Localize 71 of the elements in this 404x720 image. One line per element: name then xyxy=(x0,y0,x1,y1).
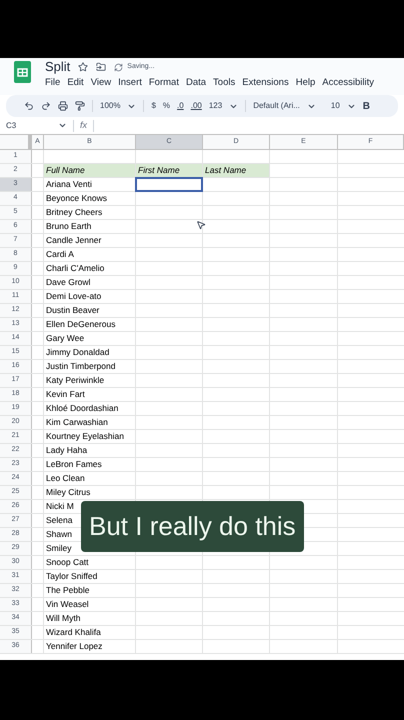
table-cell: Snoop Catt xyxy=(46,556,89,569)
table-cell: Miley Citrus xyxy=(46,486,90,499)
menu-item[interactable]: File xyxy=(45,76,60,90)
selected-cell[interactable] xyxy=(135,177,203,192)
increase-decimals-button[interactable]: .00 xyxy=(190,100,202,112)
fx-label: fx xyxy=(80,118,88,132)
currency-button[interactable]: $ xyxy=(151,100,156,112)
menu-item[interactable]: View xyxy=(90,76,112,90)
table-cell: Demi Love-ato xyxy=(46,290,102,303)
percent-button[interactable]: % xyxy=(162,100,170,112)
document-title[interactable]: Split xyxy=(45,58,70,77)
table-cell: Dave Growl xyxy=(46,276,90,289)
menu-item[interactable]: Help xyxy=(296,76,316,90)
table-cell: Yennifer Lopez xyxy=(46,640,102,653)
menu-item[interactable]: Extensions xyxy=(242,76,289,90)
table-cell: Smiley xyxy=(46,542,72,555)
table-cell: Gary Wee xyxy=(46,332,84,345)
redo-icon[interactable] xyxy=(41,101,51,111)
table-cell: Ariana Venti xyxy=(46,178,92,191)
table-cell: Charli C'Amelio xyxy=(46,262,104,275)
table-cell: Justin Timberpond xyxy=(46,360,116,373)
table-cell: Dustin Beaver xyxy=(46,304,100,317)
caret-icon xyxy=(58,121,67,130)
table-cell: Leo Clean xyxy=(46,472,85,485)
table-cell: Will Myth xyxy=(46,612,80,625)
table-cell: Kim Carwashian xyxy=(46,416,108,429)
menu-item[interactable]: Accessibility xyxy=(322,76,374,90)
folder-icon[interactable] xyxy=(96,62,106,72)
table-cell: Ellen DeGenerous xyxy=(46,318,116,331)
sync-icon xyxy=(114,62,124,72)
menu-item[interactable]: Data xyxy=(186,76,206,90)
cell-reference[interactable]: C3 xyxy=(0,120,58,132)
header-cell: Last Name xyxy=(203,164,270,177)
spreadsheet-logo[interactable] xyxy=(14,61,31,83)
font-size-field[interactable]: 10 xyxy=(330,100,340,112)
table-cell: Lady Haha xyxy=(46,444,88,457)
table-cell: Khloé Doordashian xyxy=(46,402,118,415)
table-cell: Katy Periwinkle xyxy=(46,374,104,387)
table-cell: LeBron Fames xyxy=(46,458,102,471)
caption: But I really do this xyxy=(81,501,304,552)
table-cell: Candle Jenner xyxy=(46,234,102,247)
header-cell: Full Name xyxy=(44,164,136,177)
paint-format-icon[interactable] xyxy=(75,101,85,111)
header-cell: First Name xyxy=(136,164,203,177)
table-cell: Britney Cheers xyxy=(46,206,102,219)
table-cell: Taylor Sniffed xyxy=(46,570,98,583)
bold-button[interactable]: B xyxy=(362,98,370,114)
mouse-pointer-icon xyxy=(196,219,206,231)
table-cell: The Pebble xyxy=(46,584,90,597)
table-cell: Cardi A xyxy=(46,248,74,261)
star-icon[interactable] xyxy=(78,62,88,72)
menu-item[interactable]: Edit xyxy=(67,76,84,90)
menu-item[interactable]: Format xyxy=(148,76,179,90)
table-cell: Kevin Fart xyxy=(46,388,85,401)
undo-icon[interactable] xyxy=(24,101,34,111)
table-cell: Jimmy Donaldad xyxy=(46,346,110,359)
print-icon[interactable] xyxy=(58,101,68,111)
table-cell: Bruno Earth xyxy=(46,220,92,233)
decrease-decimals-button[interactable]: .0 xyxy=(177,100,184,112)
table-cell: Kourtney Eyelashian xyxy=(46,430,124,443)
zoom-dropdown[interactable]: 100% xyxy=(100,100,120,112)
font-dropdown[interactable]: Default (Ari... xyxy=(253,100,300,112)
menu-item[interactable]: Tools xyxy=(213,76,236,90)
table-cell: Wizard Khalifa xyxy=(46,626,101,639)
number-format-dropdown[interactable]: 123 xyxy=(208,100,222,112)
table-cell: Shawn xyxy=(46,528,72,541)
table-cell: Nicki M xyxy=(46,500,74,513)
table-cell: Vin Weasel xyxy=(46,598,89,611)
menu-item[interactable]: Insert xyxy=(118,76,142,90)
table-cell: Selena xyxy=(46,514,72,527)
table-cell: Beyonce Knows xyxy=(46,192,107,205)
